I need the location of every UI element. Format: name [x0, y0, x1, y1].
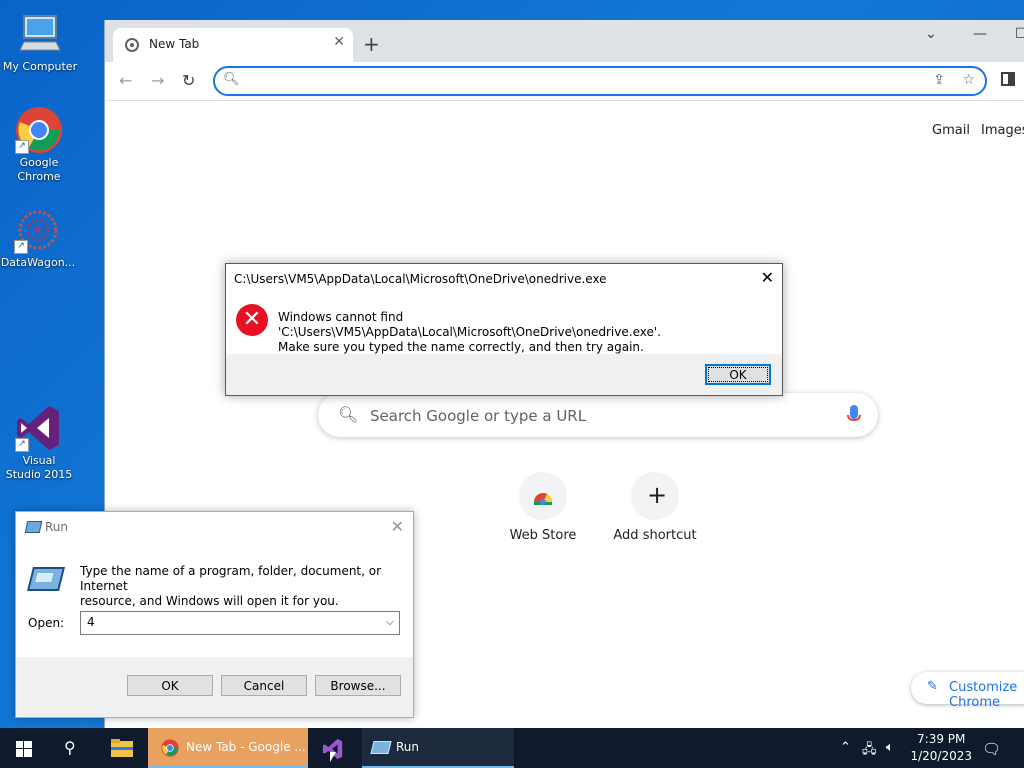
minimize-button[interactable]: —	[973, 26, 987, 42]
notifications-icon[interactable]: 🗨︎	[982, 740, 1001, 758]
desktop-icon-visual-studio[interactable]: ↗ Visual Studio 2015	[0, 404, 79, 482]
desktop-icon-datawagon[interactable]: ↗ DataWagon...	[0, 206, 78, 270]
gmail-link[interactable]: Gmail	[932, 123, 970, 138]
clock-time: 7:39 PM	[917, 732, 966, 746]
taskbar-visual-studio[interactable]	[310, 728, 358, 768]
error-message: Windows cannot find 'C:\Users\VM5\AppDat…	[278, 310, 782, 355]
chrome-icon	[161, 739, 179, 757]
plus-icon: +	[631, 472, 679, 520]
run-dialog: Run ✕ Type the name of a program, folder…	[15, 511, 414, 718]
shortcut-label: Web Store	[509, 528, 577, 543]
error-message-line: Make sure you typed the name correctly, …	[278, 340, 644, 354]
datawagon-icon: ↗	[14, 206, 62, 254]
desktop-icon-my-computer[interactable]: My Computer	[0, 10, 80, 74]
desktop-icon-label: My Computer	[2, 60, 78, 73]
run-icon	[370, 741, 392, 754]
reload-button[interactable]: ↻	[182, 71, 195, 90]
visual-studio-icon: ↗	[15, 404, 63, 452]
web-store-icon	[519, 472, 567, 520]
close-icon[interactable]: ✕	[391, 517, 404, 536]
show-hidden-icons-button[interactable]: ⌃	[840, 740, 851, 755]
search-icon: 🔍︎	[338, 405, 359, 424]
tab-title: New Tab	[149, 37, 200, 51]
taskbar-chrome[interactable]: New Tab - Google ...	[148, 728, 308, 768]
error-message-line: Windows cannot find 'C:\Users\VM5\AppDat…	[278, 310, 661, 339]
dialog-title: C:\Users\VM5\AppData\Local\Microsoft\One…	[234, 272, 607, 286]
search-button[interactable]: ⚲	[48, 728, 96, 768]
microphone-icon[interactable]	[847, 405, 861, 421]
tab-search-icon[interactable]: ⌄	[925, 26, 937, 42]
search-icon: 🔍︎	[223, 72, 240, 87]
desktop-icon-label: DataWagon...	[0, 256, 76, 269]
instruction-line: Type the name of a program, folder, docu…	[80, 564, 382, 593]
shortcut-arrow-icon: ↗	[14, 240, 28, 254]
ok-button[interactable]: OK	[127, 675, 213, 696]
address-bar[interactable]: 🔍︎ ⇪ ☆	[213, 66, 987, 96]
open-label: Open:	[28, 616, 65, 630]
close-icon[interactable]: ✕	[761, 268, 774, 287]
open-value: 4	[87, 615, 95, 629]
shortcut-arrow-icon: ↗	[15, 140, 29, 154]
run-title-bar: Run ✕	[16, 512, 413, 542]
network-icon[interactable]: 🖧︎	[862, 740, 877, 762]
error-icon: ✕	[236, 304, 268, 336]
back-button[interactable]: ←	[119, 71, 132, 90]
instruction-line: resource, and Windows will open it for y…	[80, 594, 339, 608]
dialog-title: Run	[45, 520, 69, 534]
computer-icon	[16, 10, 64, 58]
clock[interactable]: 7:39 PM 1/20/2023	[910, 731, 972, 765]
run-program-icon	[27, 567, 65, 591]
windows-logo-icon	[16, 741, 32, 757]
forward-button[interactable]: →	[151, 71, 164, 90]
chevron-down-icon[interactable]: ⌵	[386, 615, 394, 629]
desktop-icon-label: Google Chrome	[17, 156, 61, 183]
volume-icon[interactable]: 🔈︎	[886, 740, 894, 755]
desktop-icon-label: Visual Studio 2015	[5, 454, 73, 481]
desktop-icon-google-chrome[interactable]: ↗ Google Chrome	[0, 106, 79, 184]
browse-button[interactable]: Browse...	[315, 675, 401, 696]
ok-button[interactable]: OK	[705, 364, 771, 385]
dialog-footer: OK	[226, 354, 782, 395]
add-shortcut-button[interactable]: + Add shortcut	[605, 472, 705, 543]
cancel-button[interactable]: Cancel	[221, 675, 307, 696]
maximize-button[interactable]: ☐	[1015, 26, 1024, 42]
images-link[interactable]: Images	[981, 123, 1024, 138]
chrome-toolbar: ← → ↻ 🔍︎ ⇪ ☆	[105, 62, 1024, 101]
taskbar-label: New Tab - Google ...	[186, 740, 306, 754]
start-button[interactable]	[0, 728, 48, 768]
taskbar: ⚲ New Tab - Google ... Run ⌃ 🖧︎ 🔈︎ 7:39 …	[0, 728, 1024, 768]
new-tab-button[interactable]: +	[363, 32, 380, 56]
customize-label: Customize Chrome	[949, 680, 1018, 710]
chrome-icon: ↗	[15, 106, 63, 154]
google-search-box[interactable]: 🔍︎ Search Google or type a URL	[318, 393, 878, 437]
mouse-cursor-icon	[330, 752, 336, 762]
taskbar-run[interactable]: Run	[362, 728, 514, 768]
taskbar-file-explorer[interactable]	[98, 728, 146, 768]
search-placeholder: Search Google or type a URL	[370, 407, 587, 425]
shortcut-label: Add shortcut	[613, 528, 697, 543]
search-icon: ⚲	[64, 738, 76, 757]
tab-new-tab[interactable]: New Tab ✕	[113, 28, 353, 62]
tab-strip: New Tab ✕ + ⌄ — ☐	[105, 20, 1024, 62]
tab-close-icon[interactable]: ✕	[333, 34, 345, 50]
pencil-icon: ✎	[927, 679, 938, 694]
side-panel-icon[interactable]	[1001, 72, 1015, 86]
clock-date: 1/20/2023	[910, 749, 972, 763]
error-dialog: C:\Users\VM5\AppData\Local\Microsoft\One…	[225, 263, 783, 396]
chrome-favicon-icon	[125, 38, 139, 52]
folder-icon	[111, 739, 133, 757]
share-icon[interactable]: ⇪	[933, 72, 945, 88]
dialog-footer: OK Cancel Browse...	[16, 657, 413, 717]
bookmark-star-icon[interactable]: ☆	[962, 72, 975, 88]
shortcut-arrow-icon: ↗	[15, 438, 29, 452]
run-icon	[24, 521, 43, 533]
run-instructions: Type the name of a program, folder, docu…	[80, 564, 413, 609]
customize-chrome-button[interactable]: ✎ Customize Chrome	[911, 672, 1024, 710]
taskbar-label: Run	[396, 740, 420, 754]
open-combobox[interactable]: 4 ⌵	[80, 611, 400, 635]
shortcut-web-store[interactable]: Web Store	[493, 472, 593, 543]
